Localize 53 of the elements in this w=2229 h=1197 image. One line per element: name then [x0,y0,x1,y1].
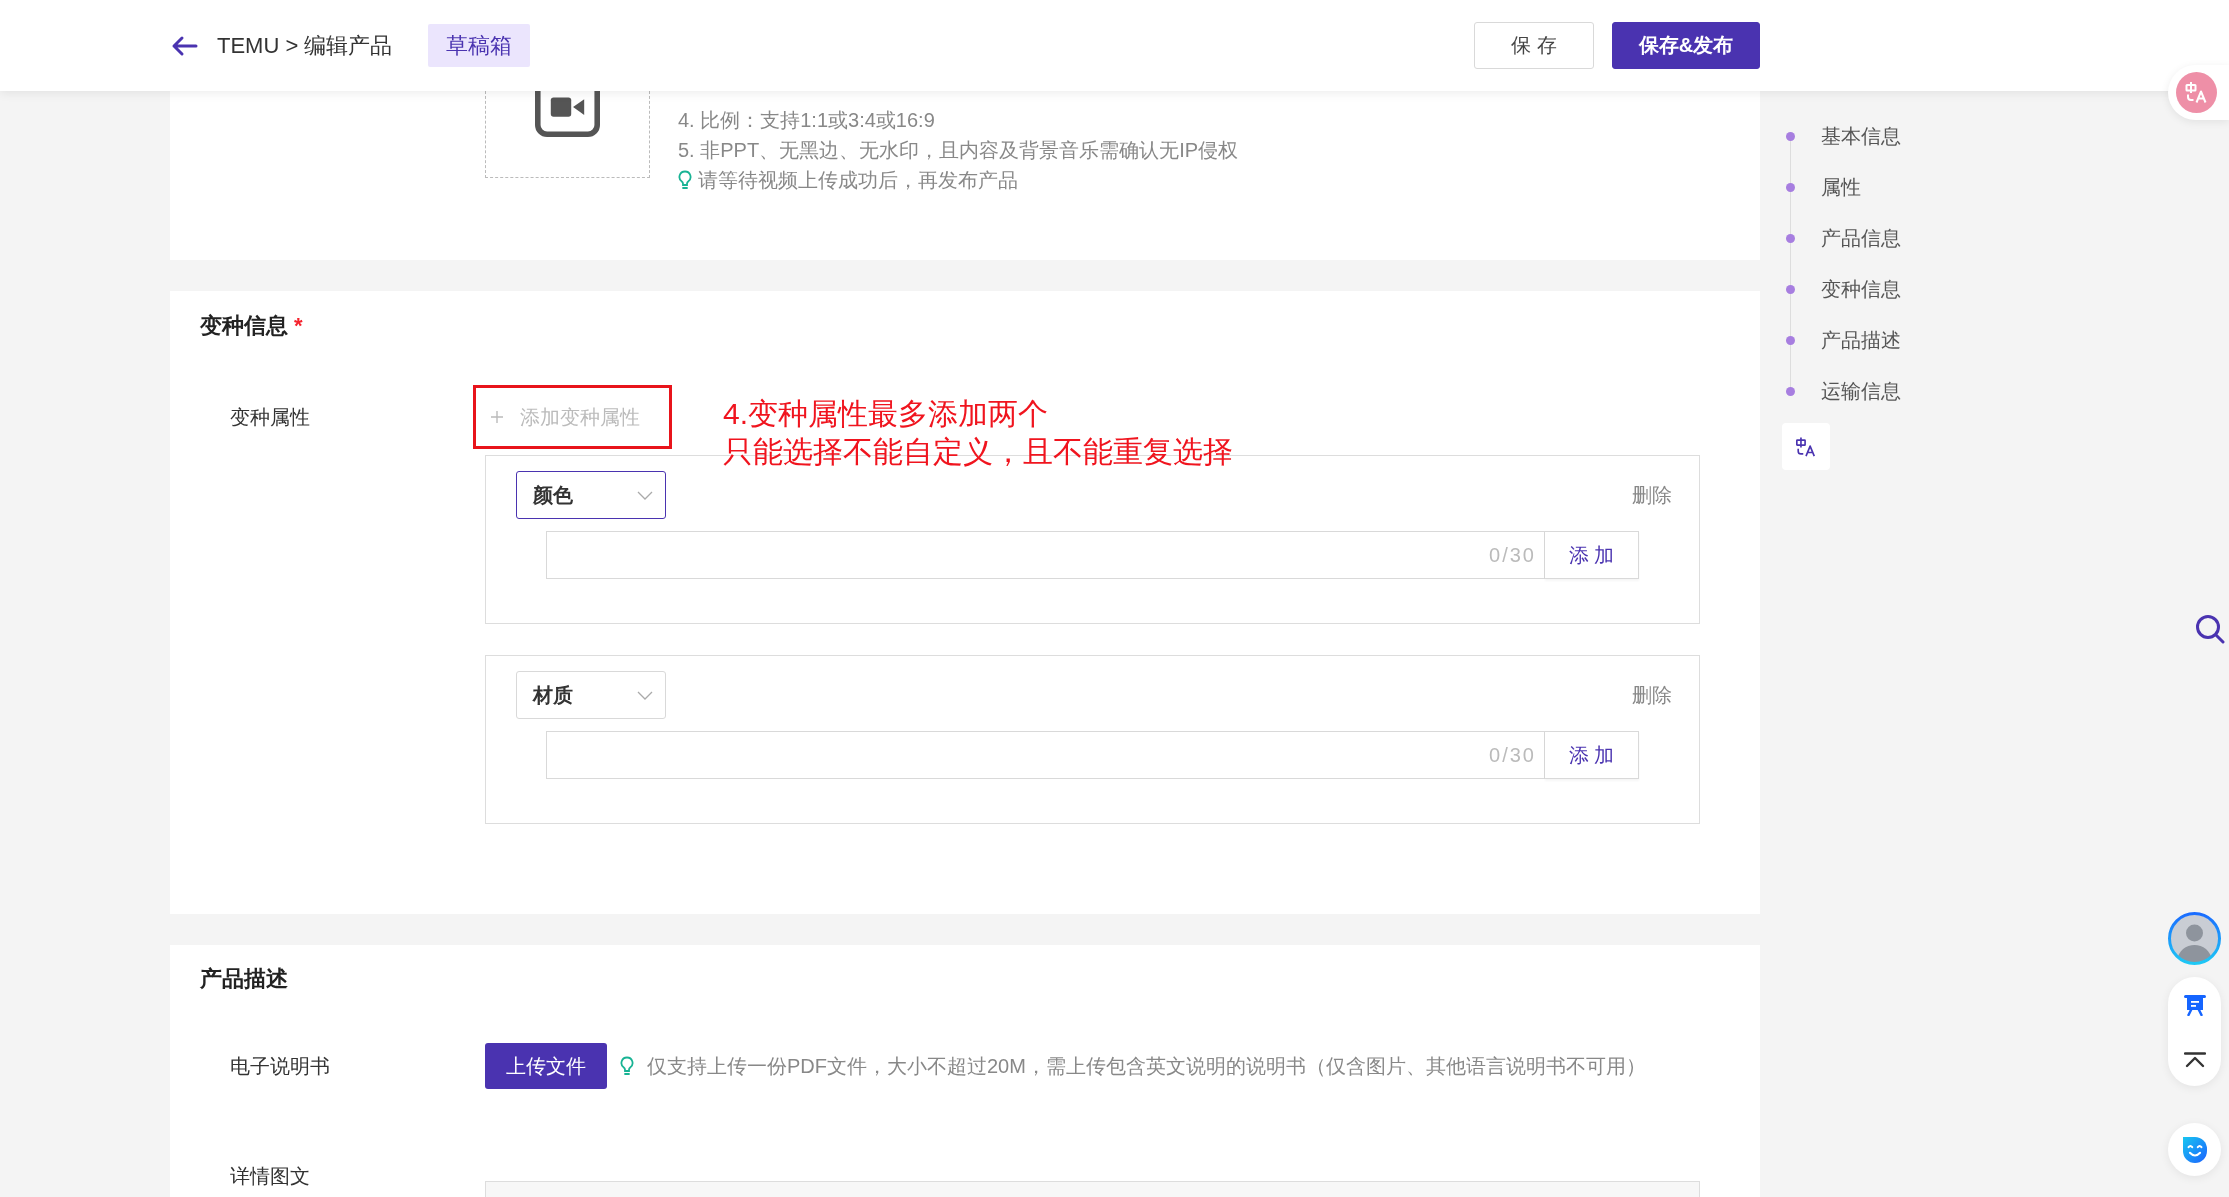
add-value-button[interactable]: 添 加 [1545,731,1639,779]
save-button[interactable]: 保 存 [1474,22,1594,69]
requirement-text: 4. 比例：支持1:1或3:4或16:9 [678,108,936,133]
dot-icon [1786,387,1795,396]
field-label: 详情图文 [230,1164,310,1189]
char-counter: 0/30 [1489,743,1536,767]
assistant-button[interactable] [2168,1123,2221,1176]
save-publish-button[interactable]: 保存&发布 [1612,22,1760,69]
attribute-select[interactable]: 材质 [516,671,666,719]
nav-item[interactable]: 产品描述 [1786,315,1901,366]
section-title: 变种信息 [200,312,288,340]
translate-icon [1795,435,1817,458]
add-value-button[interactable]: 添 加 [1545,531,1639,579]
nav-item[interactable]: 产品信息 [1786,213,1901,264]
required-mark: * [294,312,303,340]
annotation-text: 4.变种属性最多添加两个 [723,396,1049,432]
translate-button[interactable] [1782,423,1830,470]
dot-icon [1786,183,1795,192]
field-label: 变种属性 [230,405,310,430]
upload-button[interactable]: 上传文件 [485,1043,607,1089]
dot-icon [1786,132,1795,141]
hint-text: 请等待视频上传成功后，再发布产品 [698,168,1018,193]
dot-icon [1786,285,1795,294]
back-arrow-icon[interactable] [170,34,198,57]
delete-link[interactable]: 删除 [1632,481,1672,509]
field-label: 电子说明书 [230,1054,330,1079]
chevron-down-icon [637,690,653,700]
attribute-select[interactable]: 颜色 [516,471,666,519]
annotation-text: 只能选择不能自定义，且不能重复选择 [723,434,1233,470]
chevron-down-icon [637,490,653,500]
nav-item[interactable]: 变种信息 [1786,264,1901,315]
presentation-board-icon[interactable] [2183,994,2206,1016]
lightbulb-icon [620,1056,634,1076]
nav-item[interactable]: 属性 [1786,162,1861,213]
char-counter: 0/30 [1489,543,1536,567]
breadcrumb: TEMU > 编辑产品 [217,31,393,60]
nav-item[interactable]: 基本信息 [1786,111,1901,162]
plus-icon [491,411,503,423]
lightbulb-icon [678,170,692,190]
dot-icon [1786,234,1795,243]
requirement-text: 5. 非PPT、无黑边、无水印，且内容及背景音乐需确认无IP侵权 [678,138,1239,163]
avatar-icon[interactable] [2168,912,2221,965]
video-camera-icon [535,91,600,137]
video-upload-box[interactable] [485,91,650,178]
dot-icon [1786,336,1795,345]
hint-text: 仅支持上传一份PDF文件，大小不超过20M，需上传包含英文说明的说明书（仅含图片、其他语言说明书不可用） [647,1053,1646,1079]
smiley-face-icon[interactable] [2182,1136,2207,1163]
search-icon[interactable] [2195,614,2225,644]
nav-item[interactable]: 运输信息 [1786,366,1901,417]
draft-badge: 草稿箱 [428,24,531,67]
delete-link[interactable]: 删除 [1632,681,1672,709]
back-to-top-icon[interactable] [2183,1052,2206,1068]
section-title: 产品描述 [200,965,288,993]
